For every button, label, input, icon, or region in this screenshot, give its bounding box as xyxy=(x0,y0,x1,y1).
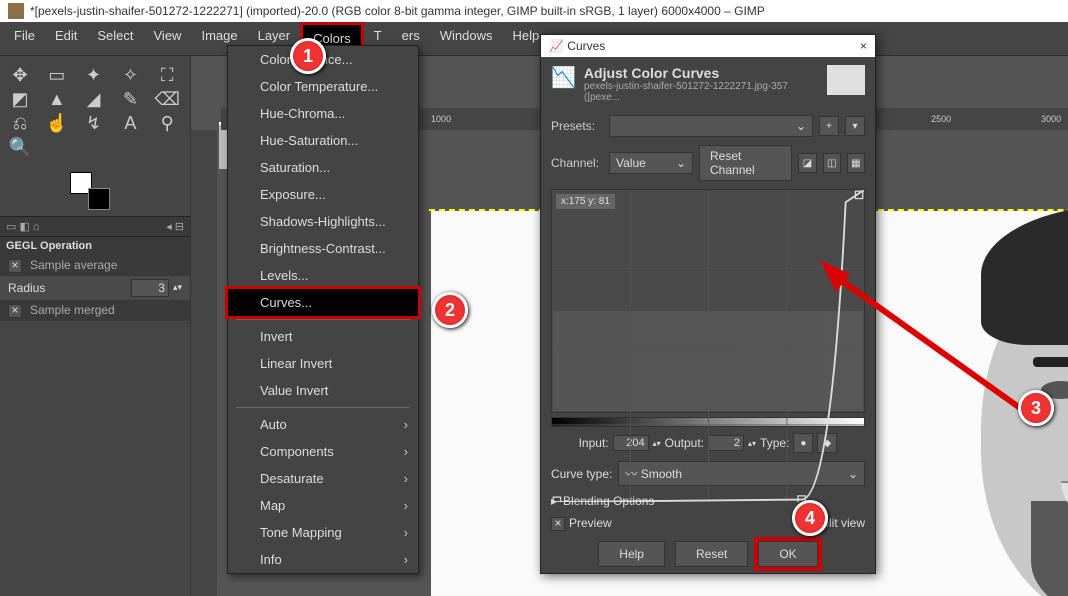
curves-titlebar-icon: 📈 xyxy=(549,39,564,53)
zoom-icon[interactable]: 🔍 xyxy=(4,136,36,158)
channel-select[interactable]: Value⌄ xyxy=(609,152,693,174)
menu-hue-chroma[interactable]: Hue-Chroma... xyxy=(228,100,418,127)
callout-2: 2 xyxy=(432,292,468,328)
move-tool-icon[interactable]: ✥ xyxy=(4,64,36,86)
dialog-titlebar[interactable]: 📈 Curves × xyxy=(541,35,875,57)
add-preset-button[interactable]: + xyxy=(819,116,839,136)
picker-icon[interactable]: ⚲ xyxy=(151,112,183,134)
rect-select-icon[interactable]: ▭ xyxy=(41,64,73,86)
transform-icon[interactable]: ◩ xyxy=(4,88,36,110)
chevron-down-icon: ⌄ xyxy=(676,156,686,170)
menu-windows[interactable]: Windows xyxy=(430,22,503,55)
histogram-icon[interactable]: ▦ xyxy=(847,153,865,173)
menu-view[interactable]: View xyxy=(144,22,192,55)
bucket-icon[interactable]: ◢ xyxy=(78,88,110,110)
sample-merged-checkbox[interactable] xyxy=(8,303,26,318)
dialog-thumbnail xyxy=(827,65,865,95)
chevron-down-icon: ⌄ xyxy=(796,119,806,133)
menu-bar[interactable]: File Edit Select View Image Layer Colors… xyxy=(0,22,1068,56)
curve-graph[interactable]: x:175 y: 81 xyxy=(551,189,865,413)
dialog-subtitle: pexels-justin-shaifer-501272-1222271.jpg… xyxy=(584,81,819,103)
brush-icon[interactable]: ✎ xyxy=(114,88,146,110)
curve-line[interactable] xyxy=(552,190,864,502)
channel-label: Channel: xyxy=(551,156,603,170)
radius-spinner-icon[interactable]: ▴▾ xyxy=(173,282,182,293)
eraser-icon[interactable]: ⌫ xyxy=(151,88,183,110)
callout-4: 4 xyxy=(792,500,828,536)
gegl-title: GEGL Operation xyxy=(0,237,190,255)
menu-brightness-contrast[interactable]: Brightness-Contrast... xyxy=(228,235,418,262)
menu-levels[interactable]: Levels... xyxy=(228,262,418,289)
menu-info[interactable]: Info xyxy=(228,546,418,573)
ruler-vertical xyxy=(191,130,217,596)
menu-map[interactable]: Map xyxy=(228,492,418,519)
gimp-icon xyxy=(8,3,24,19)
sample-merged-label: Sample merged xyxy=(30,303,115,317)
preset-menu-button[interactable]: ▾ xyxy=(845,116,865,136)
menu-value-invert[interactable]: Value Invert xyxy=(228,377,418,404)
menu-saturation[interactable]: Saturation... xyxy=(228,154,418,181)
fuzzy-select-icon[interactable]: ✧ xyxy=(114,64,146,86)
preview-label: Preview xyxy=(569,516,612,530)
window-titlebar: *[pexels-justin-shaifer-501272-1222271] … xyxy=(0,0,1068,22)
colors-dropdown: Color Balance... Color Temperature... Hu… xyxy=(227,45,419,574)
menu-color-temperature[interactable]: Color Temperature... xyxy=(228,73,418,100)
sample-average-checkbox[interactable] xyxy=(8,258,26,273)
clone-icon[interactable]: ⎌ xyxy=(4,112,36,134)
window-title: *[pexels-justin-shaifer-501272-1222271] … xyxy=(30,4,765,18)
reset-button[interactable]: Reset xyxy=(675,541,748,567)
sample-average-label: Sample average xyxy=(30,258,117,272)
close-icon[interactable]: × xyxy=(860,39,867,53)
curves-window-title: Curves xyxy=(567,39,605,53)
menu-file[interactable]: File xyxy=(4,22,45,55)
smudge-icon[interactable]: ☝ xyxy=(41,112,73,134)
free-select-icon[interactable]: ✦ xyxy=(78,64,110,86)
preview-checkbox[interactable] xyxy=(551,516,569,530)
menu-invert[interactable]: Invert xyxy=(228,323,418,350)
menu-components[interactable]: Components xyxy=(228,438,418,465)
menu-hue-saturation[interactable]: Hue-Saturation... xyxy=(228,127,418,154)
callout-3: 3 xyxy=(1018,390,1054,426)
callout-1: 1 xyxy=(290,38,326,74)
curves-header-icon: 📉 xyxy=(551,65,576,90)
dock-tabs[interactable]: ▭ ◧ ⌂ ◂ ⊟ xyxy=(0,216,190,237)
log-histogram-icon[interactable]: ◫ xyxy=(823,153,841,173)
presets-select[interactable]: ⌄ xyxy=(609,115,813,137)
toolbox: ✥ ▭ ✦ ✧ ⛶ ◩ ▲ ◢ ✎ ⌫ ⎌ ☝ ↯ A ⚲ 🔍 xyxy=(0,56,190,166)
ok-button[interactable]: OK xyxy=(758,541,817,567)
menu-linear-invert[interactable]: Linear Invert xyxy=(228,350,418,377)
presets-label: Presets: xyxy=(551,119,603,133)
path-icon[interactable]: ↯ xyxy=(78,112,110,134)
left-panel: ✥ ▭ ✦ ✧ ⛶ ◩ ▲ ◢ ✎ ⌫ ⎌ ☝ ↯ A ⚲ 🔍 ▭ ◧ ⌂ ◂ … xyxy=(0,56,191,596)
menu-exposure[interactable]: Exposure... xyxy=(228,181,418,208)
radius-label: Radius xyxy=(8,281,127,295)
reset-channel-button[interactable]: Reset Channel xyxy=(699,145,792,181)
menu-select[interactable]: Select xyxy=(87,22,143,55)
menu-shadows-highlights[interactable]: Shadows-Highlights... xyxy=(228,208,418,235)
fg-bg-swatch[interactable] xyxy=(70,172,110,210)
linear-histogram-icon[interactable]: ◪ xyxy=(798,153,816,173)
menu-tone-mapping[interactable]: Tone Mapping xyxy=(228,519,418,546)
menu-curves[interactable]: Curves... xyxy=(228,289,418,316)
dialog-heading: Adjust Color Curves xyxy=(584,65,819,81)
text-icon[interactable]: A xyxy=(114,112,146,134)
menu-edit[interactable]: Edit xyxy=(45,22,87,55)
crop-tool-icon[interactable]: ⛶ xyxy=(151,64,183,86)
annotation-arrow xyxy=(820,260,1040,420)
menu-desaturate[interactable]: Desaturate xyxy=(228,465,418,492)
help-button[interactable]: Help xyxy=(598,541,665,567)
warp-icon[interactable]: ▲ xyxy=(41,88,73,110)
menu-auto[interactable]: Auto xyxy=(228,411,418,438)
radius-input[interactable]: 3 xyxy=(131,279,169,297)
